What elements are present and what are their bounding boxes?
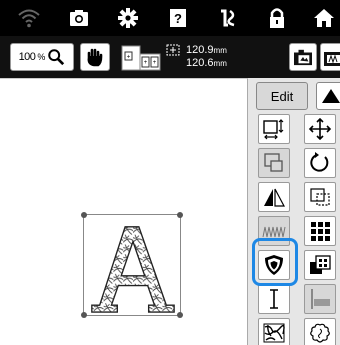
align-icon [311, 289, 330, 309]
pan-hand-button[interactable] [80, 43, 110, 71]
array-button[interactable] [304, 216, 336, 246]
svg-text:+: + [153, 60, 157, 66]
mirror-icon [264, 188, 285, 207]
svg-text:?: ? [174, 11, 182, 26]
text-button[interactable] [258, 284, 290, 314]
resize-button[interactable] [258, 114, 290, 144]
scan-icon [324, 52, 340, 66]
align-button[interactable] [304, 284, 336, 314]
hand-icon [87, 48, 103, 67]
camera-icon[interactable] [66, 6, 92, 30]
selected-tool-highlight [252, 238, 298, 286]
svg-text:+: + [127, 55, 131, 61]
layout-frame-icon: + + + [121, 45, 161, 71]
settings-gear-icon[interactable] [115, 6, 141, 30]
edit-panel: Edit [248, 78, 340, 345]
camera-view-button[interactable] [289, 43, 317, 71]
text-cursor-icon [270, 289, 278, 309]
magnifier-icon [48, 49, 65, 66]
letter-a-embroidery-design [91, 226, 175, 313]
toolbar: 100% + + + 120.9mm 120.6mm [0, 36, 340, 78]
thread-icon[interactable] [215, 6, 241, 30]
height-value: 120.6 [186, 57, 214, 69]
move-button[interactable] [304, 114, 336, 144]
stipple-button[interactable] [258, 318, 290, 345]
layout-button[interactable]: + + + [120, 42, 162, 72]
rotate-icon [310, 152, 329, 172]
width-readout: 120.9mm [186, 44, 227, 57]
camera-scan-button[interactable] [320, 43, 340, 71]
wifi-icon[interactable] [16, 6, 42, 30]
triangle-icon [322, 89, 340, 103]
move-arrows-icon [308, 118, 332, 140]
height-readout: 120.6mm [186, 57, 227, 70]
design-selection-box[interactable] [81, 212, 183, 318]
color-button[interactable] [304, 250, 336, 280]
edit-tab[interactable]: Edit [256, 82, 308, 110]
outline-flower-icon [310, 323, 330, 343]
group-button[interactable] [258, 148, 290, 178]
help-icon[interactable]: ? [165, 6, 191, 30]
rotate-button[interactable] [304, 148, 336, 178]
home-icon[interactable] [311, 6, 337, 30]
border-button[interactable] [304, 182, 336, 212]
design-size-readout: 120.9mm 120.6mm [166, 44, 236, 72]
zoom-button[interactable]: 100% [10, 43, 74, 71]
lock-icon[interactable] [264, 6, 290, 30]
zoom-unit: % [37, 52, 46, 62]
camera-frame-icon [294, 49, 312, 66]
color-swatch-icon [310, 255, 331, 274]
size-frame-icon [166, 44, 180, 56]
status-bar: ? [0, 0, 340, 36]
triangle-tab[interactable] [316, 82, 340, 110]
width-unit: mm [213, 46, 227, 55]
svg-text:+: + [144, 60, 148, 66]
array-grid-icon [311, 222, 330, 241]
stipple-pattern-icon [263, 323, 285, 343]
width-value: 120.9 [186, 44, 214, 56]
zoom-value: 100 [18, 51, 36, 63]
embroidery-canvas[interactable] [0, 78, 248, 345]
group-icon [264, 153, 283, 172]
outline-button[interactable] [304, 318, 336, 345]
mirror-button[interactable] [258, 182, 290, 212]
resize-icon [263, 119, 284, 140]
height-unit: mm [213, 59, 227, 68]
border-icon [310, 188, 330, 206]
